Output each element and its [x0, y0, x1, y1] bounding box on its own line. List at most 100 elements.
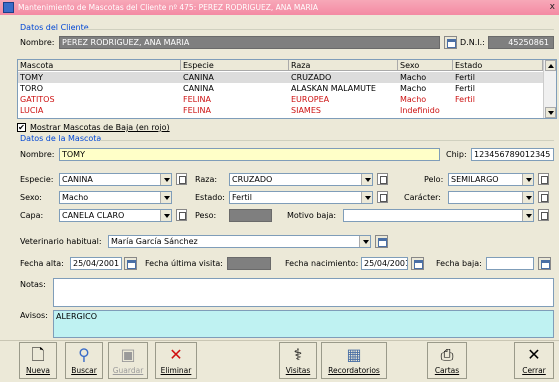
especie-select[interactable]: CANINA — [59, 173, 172, 186]
col-mascota[interactable]: Mascota — [18, 60, 181, 71]
client-name-label: Nombre: — [20, 38, 55, 47]
cell-estado: Fertil — [455, 95, 475, 104]
sexo-value: Macho — [62, 193, 89, 202]
cell-mascota: LUCIA — [20, 106, 44, 115]
avisos-textarea[interactable]: ALERGICO — [53, 310, 554, 338]
pelo-edit-icon[interactable] — [538, 173, 549, 185]
fecha-nacimiento-input[interactable]: 25/04/2001 — [361, 257, 408, 270]
pet-group-divider — [100, 140, 554, 141]
capa-edit-icon[interactable] — [176, 209, 187, 221]
fecha-baja-input[interactable] — [486, 257, 534, 270]
notas-textarea[interactable] — [53, 278, 554, 307]
cell-especie: FELINA — [183, 106, 211, 115]
visitas-button-label: Visitas — [285, 366, 311, 375]
client-group-title: Datos del Cliente — [20, 23, 89, 32]
table-row[interactable]: LUCIA FELINA SIAMES Indefinido — [18, 105, 543, 116]
estado-value: Fertil — [232, 193, 252, 202]
especie-label: Especie: — [20, 175, 54, 184]
cell-sexo: Macho — [400, 95, 427, 104]
pelo-label: Pelo: — [424, 175, 444, 184]
close-window-icon[interactable]: x — [550, 0, 555, 15]
col-estado[interactable]: Estado — [453, 60, 543, 71]
stethoscope-icon: ⚕ — [293, 345, 303, 364]
chevron-down-icon[interactable] — [361, 192, 372, 203]
window-title: Mantenimiento de Mascotas del Cliente nº… — [18, 3, 319, 12]
pets-table[interactable]: Mascota Especie Raza Sexo Estado TOMY CA… — [17, 59, 557, 119]
eliminar-button[interactable]: ✕ Eliminar — [155, 342, 197, 379]
calendar-icon[interactable] — [538, 257, 551, 270]
vet-select[interactable]: María García Sánchez — [108, 235, 371, 248]
motivo-baja-label: Motivo baja: — [287, 211, 337, 220]
cell-raza: EUROPEA — [291, 95, 330, 104]
vet-label: Veterinario habitual: — [20, 237, 102, 246]
calendar-icon[interactable] — [124, 257, 137, 270]
chip-label: Chip: — [446, 150, 467, 159]
col-raza[interactable]: Raza — [289, 60, 398, 71]
caracter-select[interactable] — [448, 191, 534, 204]
fecha-alta-input[interactable]: 25/04/2001 — [70, 257, 122, 270]
client-card-icon[interactable] — [444, 36, 457, 49]
cartas-button[interactable]: ⎙ Cartas — [427, 342, 467, 379]
table-row[interactable]: TORO CANINA ALASKAN MALAMUTE Macho Ferti… — [18, 83, 543, 94]
motivo-baja-select[interactable] — [343, 209, 534, 222]
fecha-nacimiento-label: Fecha nacimiento: — [285, 259, 359, 268]
raza-select[interactable]: CRUZADO — [229, 173, 373, 186]
caracter-edit-icon[interactable] — [538, 191, 549, 203]
cell-especie: CANINA — [183, 73, 214, 82]
chevron-down-icon[interactable] — [522, 192, 533, 203]
capa-select[interactable]: CANELA CLARO — [59, 209, 172, 222]
nueva-button[interactable]: 🗋 Nueva — [19, 342, 57, 379]
table-scrollbar[interactable] — [543, 60, 556, 118]
search-icon: ⚲ — [78, 345, 90, 364]
motivo-baja-edit-icon[interactable] — [538, 209, 549, 221]
cell-sexo: Macho — [400, 84, 427, 93]
recordatorios-button[interactable]: ▦ Recordatorios — [321, 342, 387, 379]
pets-table-header: Mascota Especie Raza Sexo Estado — [18, 60, 543, 71]
estado-select[interactable]: Fertil — [229, 191, 373, 204]
buscar-button[interactable]: ⚲ Buscar — [65, 342, 103, 379]
scroll-down-icon[interactable] — [545, 107, 556, 118]
raza-edit-icon[interactable] — [377, 173, 388, 185]
pelo-value: SEMILARGO — [451, 175, 499, 184]
chevron-down-icon[interactable] — [160, 174, 171, 185]
calendar-icon[interactable] — [411, 257, 424, 270]
table-row[interactable]: TOMY CANINA CRUZADO Macho Fertil — [18, 72, 543, 83]
cell-especie: FELINA — [183, 95, 211, 104]
chip-input[interactable]: 123456789012345 — [471, 148, 554, 161]
visitas-button[interactable]: ⚕ Visitas — [279, 342, 317, 379]
show-baja-checkbox[interactable]: ✔ — [17, 123, 26, 132]
fecha-alta-label: Fecha alta: — [20, 259, 64, 268]
peso-label: Peso: — [195, 211, 217, 220]
col-especie[interactable]: Especie — [181, 60, 289, 71]
chevron-down-icon[interactable] — [160, 210, 171, 221]
chevron-down-icon[interactable] — [522, 210, 533, 221]
estado-edit-icon[interactable] — [377, 191, 388, 203]
sexo-select[interactable]: Macho — [59, 191, 172, 204]
ultima-visita-field — [227, 257, 271, 270]
ultima-visita-label: Fecha última visita: — [145, 259, 223, 268]
delete-icon: ✕ — [169, 345, 183, 364]
cell-raza: ALASKAN MALAMUTE — [291, 84, 376, 93]
cerrar-button[interactable]: ✕ Cerrar — [514, 342, 554, 379]
scroll-up-icon[interactable] — [545, 60, 556, 71]
chevron-down-icon[interactable] — [359, 236, 370, 247]
notas-label: Notas: — [20, 280, 46, 289]
guardar-button[interactable]: ▣ Guardar — [108, 342, 148, 379]
pelo-select[interactable]: SEMILARGO — [448, 173, 534, 186]
chevron-down-icon[interactable] — [160, 192, 171, 203]
app-icon — [3, 2, 14, 13]
cell-mascota: TOMY — [20, 73, 43, 82]
pet-name-input[interactable]: TOMY — [59, 148, 440, 161]
client-name-field: PEREZ RODRIGUEZ, ANA MARIA — [59, 36, 440, 49]
col-sexo[interactable]: Sexo — [398, 60, 453, 71]
printer-icon: ⎙ — [440, 345, 454, 364]
especie-edit-icon[interactable] — [176, 173, 187, 185]
table-row[interactable]: GATITOS FELINA EUROPEA Macho Fertil — [18, 94, 543, 105]
chevron-down-icon[interactable] — [522, 174, 533, 185]
close-icon: ✕ — [527, 345, 541, 364]
guardar-button-label: Guardar — [112, 366, 144, 375]
pet-name-label: Nombre: — [20, 150, 55, 159]
chevron-down-icon[interactable] — [361, 174, 372, 185]
vet-list-icon[interactable] — [375, 235, 388, 248]
show-baja-label[interactable]: Mostrar Mascotas de Baja (en rojo) — [30, 122, 170, 134]
